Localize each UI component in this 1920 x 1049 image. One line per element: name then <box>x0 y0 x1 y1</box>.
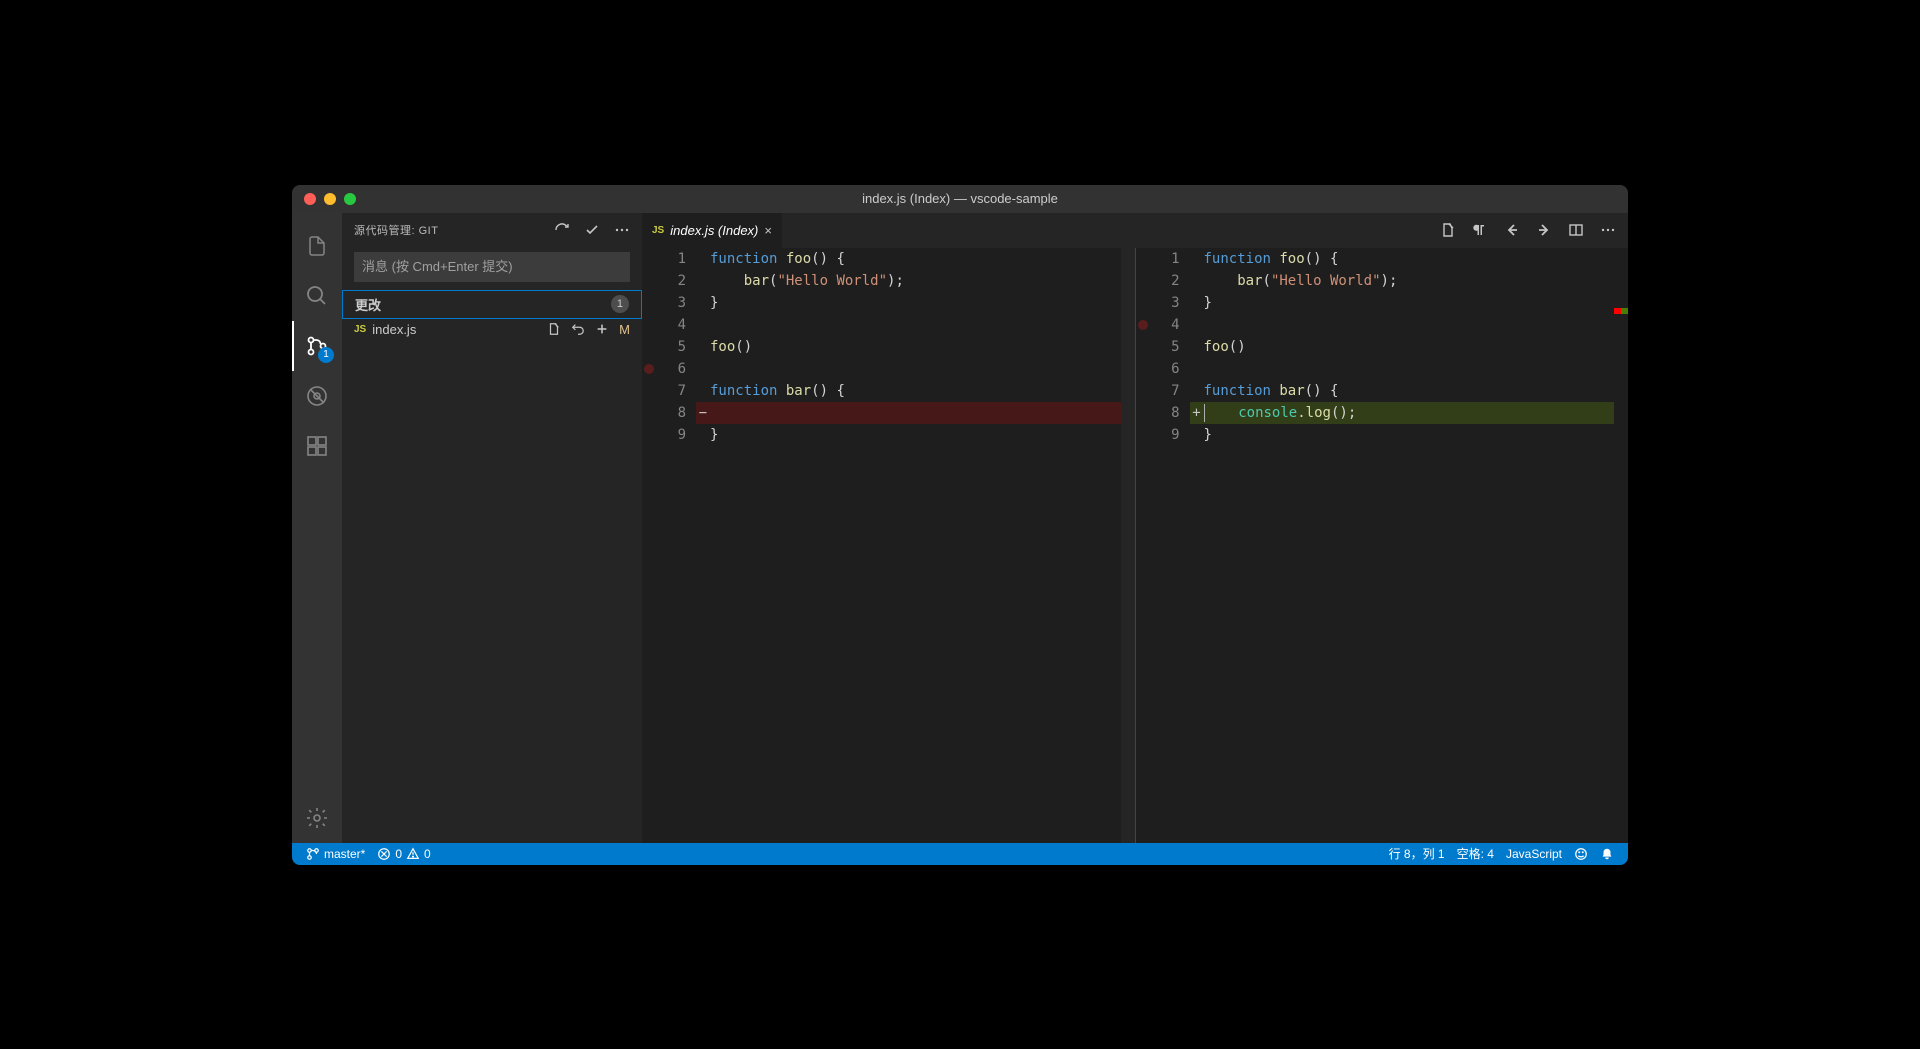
search-icon <box>305 284 329 308</box>
window-title: index.js (Index) — vscode-sample <box>862 191 1058 206</box>
refresh-button[interactable] <box>554 222 570 238</box>
activity-explorer[interactable] <box>292 221 342 271</box>
extensions-icon <box>305 434 329 458</box>
open-file-action[interactable] <box>1440 222 1456 238</box>
editor-actions <box>1428 213 1628 248</box>
editor-tab[interactable]: JS index.js (Index) × <box>642 213 783 248</box>
status-notifications[interactable] <box>1594 847 1620 861</box>
git-branch-icon <box>306 847 320 861</box>
activity-bar: 1 <box>292 213 342 843</box>
debug-icon <box>305 384 329 408</box>
status-cursor[interactable]: 行 8，列 1 <box>1383 845 1451 862</box>
scm-header-actions <box>554 222 630 238</box>
more-actions-button[interactable] <box>614 222 630 238</box>
undo-icon <box>571 322 585 336</box>
status-language[interactable]: JavaScript <box>1500 847 1568 861</box>
warning-icon <box>406 847 420 861</box>
ellipsis-icon <box>1600 222 1616 238</box>
scm-header: 源代码管理: GIT <box>342 213 642 248</box>
activity-scm[interactable]: 1 <box>292 321 342 371</box>
activity-extensions[interactable] <box>292 421 342 471</box>
toggle-whitespace-action[interactable] <box>1472 222 1488 238</box>
check-icon <box>584 222 600 238</box>
js-file-icon: JS <box>354 324 366 335</box>
pilcrow-icon <box>1472 222 1488 238</box>
prev-change-action[interactable] <box>1504 222 1520 238</box>
overview-ruler[interactable] <box>1614 248 1628 843</box>
arrow-left-icon <box>1504 222 1520 238</box>
ellipsis-icon <box>614 222 630 238</box>
changes-count: 1 <box>611 295 629 313</box>
bell-icon <box>1600 847 1614 861</box>
refresh-icon <box>554 222 570 238</box>
error-icon <box>377 847 391 861</box>
scm-badge: 1 <box>318 347 334 363</box>
status-branch[interactable]: master* <box>300 847 371 861</box>
smiley-icon <box>1574 847 1588 861</box>
diff-editor[interactable]: 123456789 − function foo() { bar("Hello … <box>642 248 1628 843</box>
goto-file-icon <box>1440 222 1456 238</box>
split-editor-action[interactable] <box>1568 222 1584 238</box>
commit-button[interactable] <box>584 222 600 238</box>
open-file-button[interactable] <box>547 322 561 337</box>
maximize-window-button[interactable] <box>344 193 356 205</box>
file-actions: M <box>547 322 630 337</box>
next-change-action[interactable] <box>1536 222 1552 238</box>
status-spaces[interactable]: 空格: 4 <box>1451 845 1500 862</box>
window-controls <box>292 193 356 205</box>
minimize-window-button[interactable] <box>324 193 336 205</box>
vscode-window: index.js (Index) — vscode-sample 1 <box>292 185 1628 865</box>
plus-icon <box>595 322 609 336</box>
activity-debug[interactable] <box>292 371 342 421</box>
statusbar: master* 0 0 行 8，列 1 空格: 4 JavaScript <box>292 843 1628 865</box>
commit-message-input[interactable] <box>354 252 630 282</box>
activity-settings[interactable] <box>292 793 342 843</box>
activity-search[interactable] <box>292 271 342 321</box>
status-problems[interactable]: 0 0 <box>371 847 436 861</box>
changes-section-header[interactable]: 更改 1 <box>342 290 642 319</box>
titlebar: index.js (Index) — vscode-sample <box>292 185 1628 213</box>
arrow-right-icon <box>1536 222 1552 238</box>
diff-original-pane[interactable]: 123456789 − function foo() { bar("Hello … <box>642 248 1136 843</box>
diff-modified-pane[interactable]: 123456789 + function foo() { bar("Hello … <box>1136 248 1629 843</box>
discard-changes-button[interactable] <box>571 322 585 337</box>
split-icon <box>1568 222 1584 238</box>
close-window-button[interactable] <box>304 193 316 205</box>
tab-close-button[interactable]: × <box>764 223 772 238</box>
files-icon <box>305 234 329 258</box>
tab-title: index.js (Index) <box>670 223 758 238</box>
tab-bar: JS index.js (Index) × <box>642 213 1628 248</box>
file-status: M <box>619 322 630 337</box>
scm-sidebar: 源代码管理: GIT 更改 1 JS index.js M <box>342 213 642 843</box>
file-name: index.js <box>372 322 541 337</box>
js-file-icon: JS <box>652 225 664 236</box>
status-feedback[interactable] <box>1568 847 1594 861</box>
gear-icon <box>305 806 329 830</box>
changed-file-item[interactable]: JS index.js M <box>342 319 642 340</box>
changes-label: 更改 <box>355 295 611 314</box>
stage-changes-button[interactable] <box>595 322 609 337</box>
editor-area: JS index.js (Index) × 123456789 <box>642 213 1628 843</box>
main-area: 1 源代码管理: GIT <box>292 213 1628 843</box>
open-file-icon <box>547 322 561 336</box>
scm-header-title: 源代码管理: GIT <box>354 222 554 238</box>
editor-more-action[interactable] <box>1600 222 1616 238</box>
scrollbar[interactable] <box>1121 248 1135 843</box>
